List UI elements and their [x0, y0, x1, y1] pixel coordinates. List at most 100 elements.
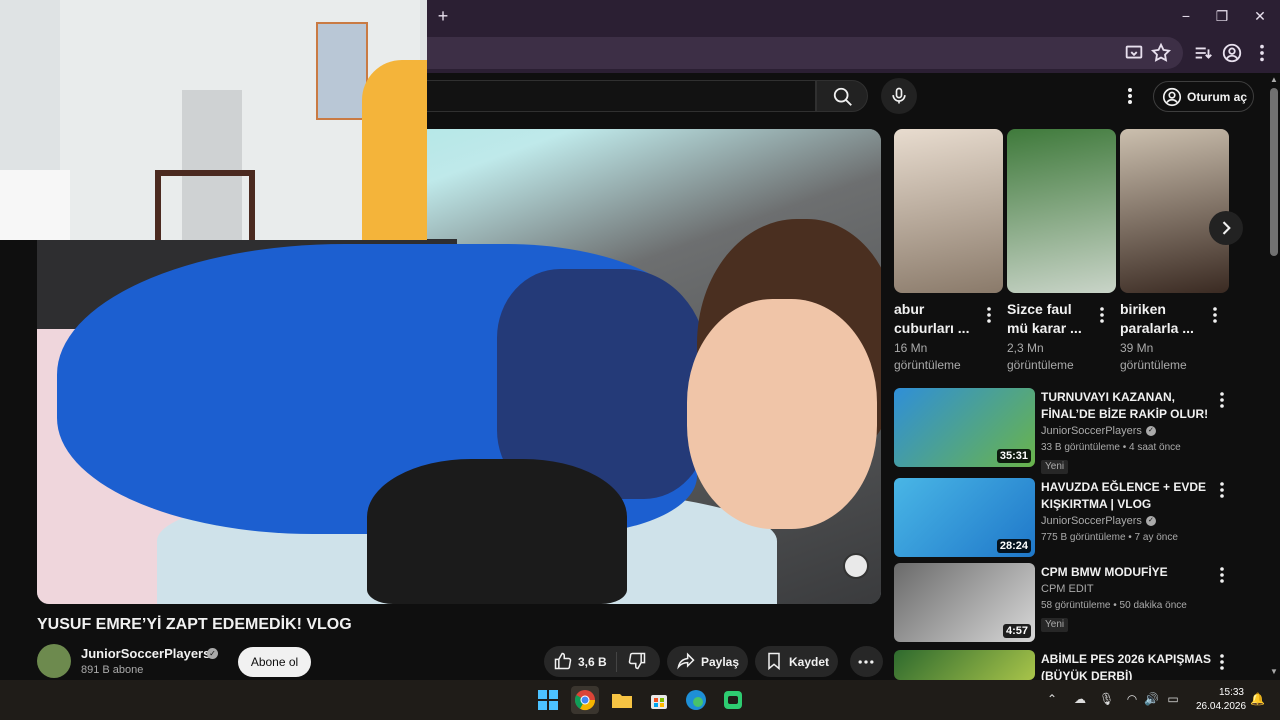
microphone-icon: [892, 87, 906, 104]
short-views-label: görüntüleme: [1007, 358, 1074, 372]
recommendation-meta: 33 B görüntüleme • 4 saat önce: [1041, 442, 1181, 453]
screen: + − ❐ ✕ Oturum aç YUSUF EMRE’Yİ ZAPT EDE…: [0, 0, 1280, 720]
dislike-button[interactable]: [617, 646, 660, 677]
scroll-down-icon[interactable]: ▼: [1269, 667, 1279, 677]
recommendation-title-line1[interactable]: CPM BMW MODUFİYE: [1041, 564, 1211, 581]
search-button[interactable]: [816, 80, 868, 112]
short-title-line1[interactable]: abur: [894, 300, 924, 319]
short-thumbnail[interactable]: [894, 129, 1003, 293]
start-button[interactable]: [534, 686, 562, 714]
voice-search-button[interactable]: [881, 78, 917, 114]
thumbs-up-icon: [554, 652, 572, 670]
recommendation-title-line2[interactable]: KIŞKIRTMA | VLOG: [1041, 496, 1211, 513]
video-duration: 4:57: [1002, 624, 1031, 638]
wifi-icon[interactable]: ◠: [1125, 692, 1139, 706]
taskbar-edge[interactable]: [682, 686, 710, 714]
taskbar-store[interactable]: [645, 686, 673, 714]
recommendation-channel[interactable]: JuniorSoccerPlayers ✓: [1041, 515, 1156, 527]
save-button[interactable]: Kaydet: [755, 646, 838, 677]
subscribe-button[interactable]: Abone ol: [238, 647, 311, 677]
recommendation-title-line1[interactable]: TURNUVAYI KAZANAN,: [1041, 389, 1211, 406]
taskbar-chrome[interactable]: [571, 686, 599, 714]
taskbar-file-explorer[interactable]: [608, 686, 636, 714]
close-window-button[interactable]: ✕: [1250, 6, 1270, 26]
like-button[interactable]: 3,6 B: [544, 646, 616, 677]
recommendation-more-vert-icon[interactable]: [1216, 652, 1228, 672]
recommendation-more-vert-icon[interactable]: [1216, 390, 1228, 410]
more-horiz-icon: [858, 660, 874, 664]
short-title-line2[interactable]: cuburları ...: [894, 319, 969, 338]
chrome-icon: [574, 690, 596, 711]
reading-list-icon[interactable]: [1192, 42, 1214, 64]
recommendation-thumbnail[interactable]: 4:57: [894, 563, 1035, 642]
recommendation-more-vert-icon[interactable]: [1216, 565, 1228, 585]
clock-time: 15:33: [1218, 687, 1244, 698]
maximize-button[interactable]: ❐: [1212, 6, 1232, 26]
sign-in-label: Oturum aç: [1187, 90, 1248, 104]
recommendation-more-vert-icon[interactable]: [1216, 480, 1228, 500]
store-icon: [651, 695, 667, 709]
verified-badge-icon: ✓: [207, 648, 218, 659]
recommendation-thumbnail[interactable]: 28:24: [894, 478, 1035, 557]
more-actions-button[interactable]: [850, 646, 883, 677]
settings-menu-button[interactable]: [1120, 84, 1140, 108]
recommendation-channel[interactable]: JuniorSoccerPlayers ✓: [1041, 425, 1156, 437]
notifications-icon[interactable]: 🔔: [1250, 692, 1265, 708]
system-clock[interactable]: 15:33 26.04.2026: [1196, 686, 1247, 714]
onedrive-icon[interactable]: ☁: [1073, 692, 1087, 706]
webcam-overlay: [0, 0, 427, 240]
webcam-chair: [155, 170, 255, 240]
volume-icon[interactable]: 🔊: [1144, 692, 1159, 706]
share-button[interactable]: Paylaş: [667, 646, 748, 677]
scroll-up-icon[interactable]: ▲: [1269, 75, 1279, 85]
minimize-button[interactable]: −: [1176, 6, 1196, 26]
search-icon: [833, 87, 852, 106]
shorts-next-button[interactable]: [1209, 211, 1243, 245]
short-more-vert-icon[interactable]: [1096, 305, 1108, 325]
battery-icon[interactable]: ▭: [1166, 692, 1180, 706]
recommendation-thumbnail[interactable]: 35:31: [894, 388, 1035, 467]
recommendation-title-line1[interactable]: HAVUZDA EĞLENCE + EVDE: [1041, 479, 1211, 496]
short-more-vert-icon[interactable]: [1209, 305, 1221, 325]
channel-name[interactable]: JuniorSoccerPlayers: [81, 646, 210, 661]
recommendation-channel-name: CPM EDIT: [1041, 583, 1094, 595]
channel-watermark-icon[interactable]: [843, 553, 869, 579]
recommendation-title-line2[interactable]: FİNAL’DE BİZE RAKİP OLUR! | ...: [1041, 406, 1211, 423]
bookmark-star-icon[interactable]: [1150, 42, 1172, 64]
folder-icon: [612, 694, 632, 708]
short-thumbnail[interactable]: [1120, 129, 1229, 293]
short-title-line1[interactable]: biriken: [1120, 300, 1166, 319]
scrollbar-thumb[interactable]: [1270, 88, 1278, 256]
video-black-sleeve: [367, 459, 627, 604]
short-views-count: 16 Mn: [894, 341, 928, 355]
short-title-line2[interactable]: paralarla ...: [1120, 319, 1194, 338]
clock-date: 26.04.2026: [1196, 701, 1247, 712]
webcam-pinboard: [316, 22, 368, 120]
new-tab-button[interactable]: +: [434, 7, 452, 25]
new-badge: Yeni: [1041, 618, 1069, 632]
verified-badge-icon: ✓: [1145, 426, 1156, 437]
taskbar-app[interactable]: [719, 686, 747, 714]
short-thumbnail[interactable]: [1007, 129, 1116, 293]
new-badge: Yeni: [1041, 460, 1069, 474]
short-views-label: görüntüleme: [894, 358, 961, 372]
microphone-tray-icon[interactable]: 🎙: [1099, 692, 1114, 706]
show-hidden-icons-icon[interactable]: ⌃: [1045, 692, 1059, 706]
chrome-menu-icon[interactable]: [1251, 42, 1273, 64]
short-title-line2[interactable]: mü karar ...: [1007, 319, 1082, 338]
short-views-count: 2,3 Mn: [1007, 341, 1044, 355]
recommendation-channel[interactable]: CPM EDIT: [1041, 583, 1094, 595]
short-views-label: görüntüleme: [1120, 358, 1187, 372]
channel-avatar[interactable]: [37, 644, 71, 678]
recommendation-title-line1[interactable]: ABİMLE PES 2026 KAPIŞMASI !!: [1041, 651, 1211, 668]
short-more-vert-icon[interactable]: [983, 305, 995, 325]
account-circle-icon: [1162, 87, 1182, 107]
share-label: Paylaş: [701, 655, 740, 669]
short-title-line1[interactable]: Sizce faul: [1007, 300, 1072, 319]
profile-icon[interactable]: [1221, 42, 1243, 64]
recommendation-channel-name: JuniorSoccerPlayers: [1041, 425, 1142, 437]
sign-in-button[interactable]: Oturum aç: [1153, 81, 1254, 112]
recommendation-thumbnail[interactable]: [894, 650, 1035, 680]
cast-icon[interactable]: [1123, 42, 1145, 64]
short-views-count: 39 Mn: [1120, 341, 1154, 355]
